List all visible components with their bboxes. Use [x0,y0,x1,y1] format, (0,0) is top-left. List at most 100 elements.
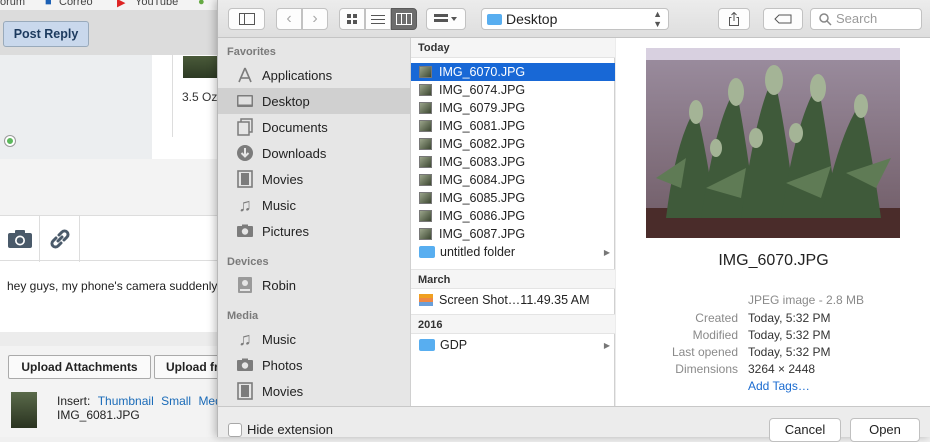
user-info-panel [0,55,152,159]
post-reply-button[interactable]: Post Reply [3,21,89,47]
sidebar-item-robin[interactable]: Robin [218,272,410,298]
disclosure-arrow-icon: ▶ [603,247,610,257]
separator-bar [0,332,220,346]
harddisk-icon [235,276,255,294]
file-item-label: IMG_6084.JPG [439,173,526,187]
screenshot-file-icon [419,294,433,306]
attachment-thumbnail[interactable] [11,392,37,428]
location-popup[interactable]: Desktop ▲ ▼ [481,8,669,30]
list-view-button[interactable] [365,8,391,30]
group-by-button[interactable] [426,8,466,30]
image-file-icon [419,210,432,222]
file-item-label: IMG_6082.JPG [439,137,526,151]
sidebar-item-music[interactable]: ♫ Music [218,192,410,218]
file-browser-column: Today IMG_6070.JPG IMG_6074.JPG IMG_6079… [410,38,615,406]
sidebar-item-label: Pictures [262,223,309,239]
file-item-label: Screen Shot…11.49.35 AM [439,293,590,307]
file-item[interactable]: Screen Shot…11.49.35 AM [411,291,615,309]
sidebar-item-media-music[interactable]: ♫ Music [218,326,410,352]
tags-button[interactable] [763,8,803,30]
post-thumbnail[interactable] [183,56,217,78]
sidebar-item-movies[interactable]: Movies [218,166,410,192]
favorites-header: Favorites [227,46,276,58]
camera-button[interactable] [0,216,40,262]
sidebar-item-media-movies[interactable]: Movies [218,378,410,404]
desktop-icon [235,92,255,110]
sidebar-item-label: Music [262,331,296,347]
group-header-march: March [411,269,615,289]
list-icon [371,14,385,24]
insert-small-link[interactable]: Small [161,394,191,408]
search-field[interactable]: Search [810,8,922,30]
back-button[interactable]: ‹ [276,8,302,30]
file-item[interactable]: IMG_6082.JPG [411,135,615,153]
share-icon [729,12,739,26]
add-tags-link[interactable]: Add Tags… [748,379,810,393]
file-item[interactable]: IMG_6070.JPG [411,63,615,81]
post-text: 3.5 Oz [182,90,218,104]
bookmark-icon: ● [198,0,205,8]
hide-extension-checkbox[interactable] [228,423,242,437]
upload-attachments-button[interactable]: Upload Attachments [8,355,151,379]
media-header: Media [227,310,259,322]
sidebar-item-label: Downloads [262,145,327,161]
file-item[interactable]: IMG_6085.JPG [411,189,615,207]
file-item[interactable]: IMG_6083.JPG [411,153,615,171]
folder-icon [419,339,435,351]
share-button[interactable] [718,8,750,30]
meta-modified-value: Today, 5:32 PM [748,328,831,342]
meta-lastopened-label: Last opened [671,345,738,359]
sidebar-item-applications[interactable]: Applications [218,62,410,88]
downloads-icon [235,144,255,162]
upload-from-url-button[interactable]: Upload fr [154,355,220,379]
sidebar-item-desktop[interactable]: Desktop [218,88,410,114]
group-header-today: Today [411,38,615,58]
sidebar-item-label: Movies [262,383,304,399]
insert-thumbnail-link[interactable]: Thumbnail [98,394,154,408]
image-file-icon [419,228,432,240]
meta-modified-label: Modified [692,328,738,342]
file-item[interactable]: IMG_6074.JPG [411,81,615,99]
bookmark-youtube[interactable]: YouTube [135,0,178,8]
message-text[interactable]: hey guys, my phone's camera suddenly [7,279,217,293]
open-file-dialog: ‹ › Desktop ▲ ▼ Search Favorites Applica… [217,0,930,442]
applications-icon [235,66,255,84]
file-item-label: IMG_6083.JPG [439,155,526,169]
preview-pane: IMG_6070.JPG JPEG image - 2.8 MB Created… [616,38,930,406]
sidebar-toggle-button[interactable] [228,8,265,30]
sidebar-item-downloads[interactable]: Downloads [218,140,410,166]
insert-options: Insert: Thumbnail Small Med [57,394,222,408]
folder-icon [419,246,435,258]
file-item[interactable]: IMG_6084.JPG [411,171,615,189]
file-item-label: untitled folder [440,245,516,259]
cancel-button[interactable]: Cancel [769,418,841,442]
file-item-label: IMG_6085.JPG [439,191,526,205]
sidebar-item-photos[interactable]: Photos [218,352,410,378]
file-item-label: IMG_6086.JPG [439,209,526,223]
disclosure-arrow-icon: ▶ [603,340,610,350]
image-file-icon [419,192,432,204]
image-file-icon [419,120,432,132]
bookmark-correo[interactable]: Correo [59,0,93,8]
column-view-button[interactable] [391,8,417,30]
link-button[interactable] [40,216,80,262]
editor-toolbar [0,215,220,262]
hide-extension-label[interactable]: Hide extension [247,422,333,437]
separator-band [0,159,220,215]
forward-button[interactable]: › [302,8,328,30]
file-item[interactable]: IMG_6086.JPG [411,207,615,225]
music-icon: ♫ [238,328,252,349]
folder-item[interactable]: GDP ▶ [411,336,615,354]
file-item[interactable]: IMG_6087.JPG [411,225,615,243]
meta-created-value: Today, 5:32 PM [748,311,831,325]
documents-icon [235,118,255,136]
file-item[interactable]: IMG_6081.JPG [411,117,615,135]
sidebar-item-documents[interactable]: Documents [218,114,410,140]
bookmark-forum[interactable]: orum [0,0,25,8]
file-item[interactable]: IMG_6079.JPG [411,99,615,117]
folder-item[interactable]: untitled folder ▶ [411,243,615,261]
sidebar-item-pictures[interactable]: Pictures [218,218,410,244]
icon-view-button[interactable] [339,8,365,30]
grid-icon [347,14,357,24]
open-button[interactable]: Open [850,418,920,442]
